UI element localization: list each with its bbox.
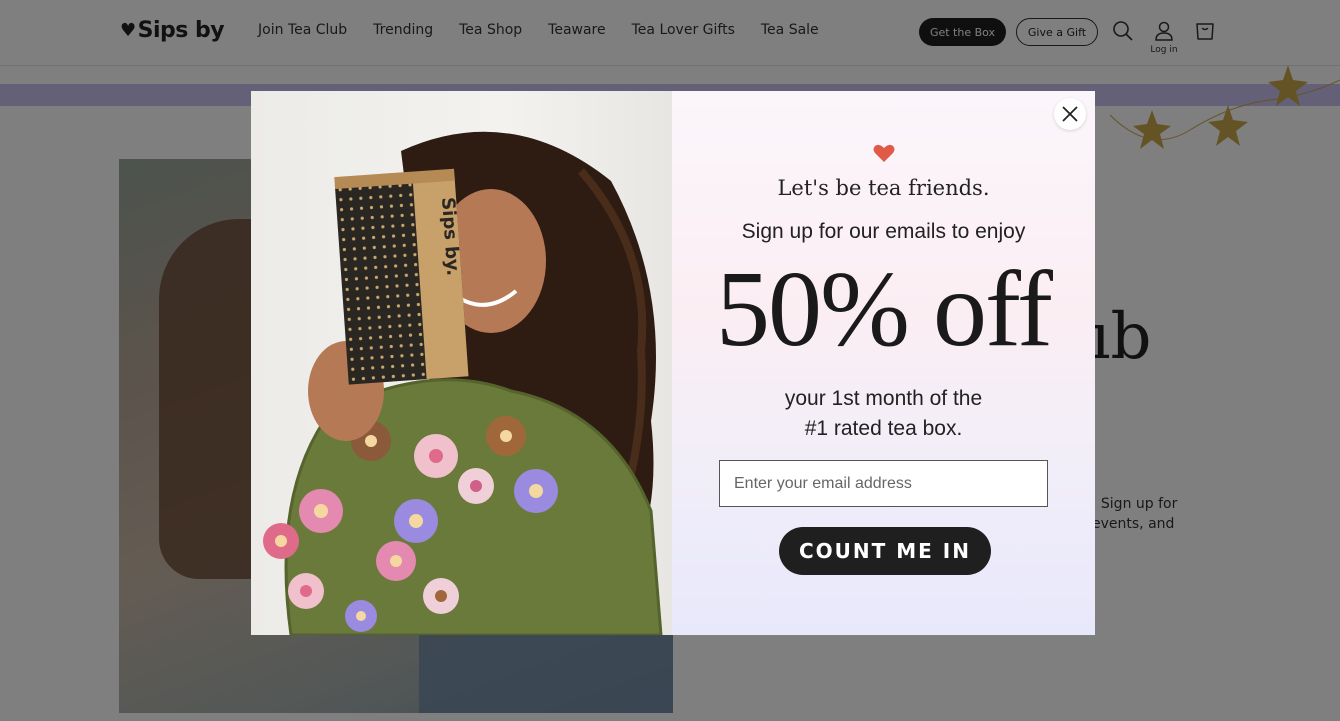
modal-subtext-line2: #1 rated tea box. — [804, 417, 963, 440]
close-icon — [1062, 106, 1078, 122]
close-modal-button[interactable] — [1054, 98, 1086, 130]
email-field[interactable] — [719, 460, 1048, 507]
modal-offer: 50% off — [716, 250, 1053, 369]
modal-photo: Sips by. — [251, 91, 672, 635]
modal-signup-text: Sign up for our emails to enjoy — [741, 220, 1026, 243]
heart-icon — [672, 143, 1095, 167]
email-signup-modal: Sips by. Let's be tea friends. Sign up f… — [251, 91, 1095, 635]
modal-tagline: Let's be tea friends. — [777, 176, 990, 200]
tea-box: Sips by. — [334, 168, 469, 385]
modal-subtext: your 1st month of the #1 rated tea box. — [672, 384, 1095, 444]
modal-subtext-line1: your 1st month of the — [784, 387, 983, 410]
modal-content: Let's be tea friends. Sign up for our em… — [672, 91, 1095, 635]
woman-holding-tea-box-illustration: Sips by. — [263, 131, 663, 635]
count-me-in-button[interactable]: COUNT ME IN — [779, 527, 991, 575]
